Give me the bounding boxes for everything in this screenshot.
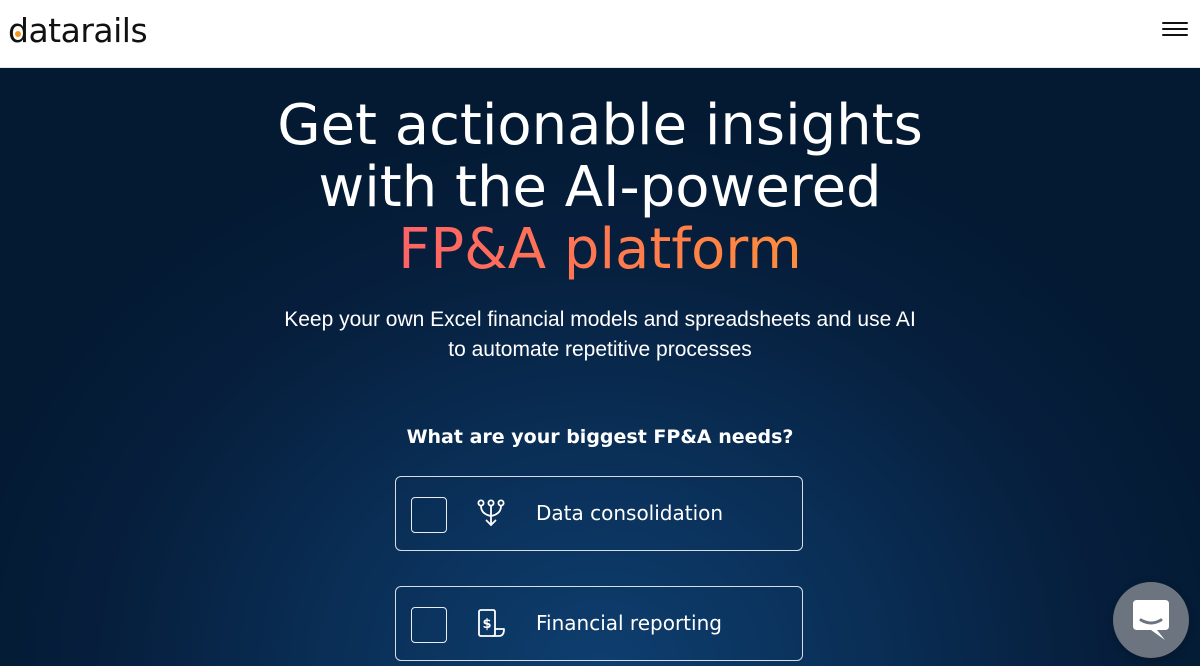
headline-line-2: with the AI-powered <box>318 155 882 220</box>
option-financial-reporting[interactable]: $ Financial reporting <box>395 586 803 661</box>
option-checkbox[interactable] <box>411 497 447 533</box>
hero-section: Get actionable insights with the AI-powe… <box>0 69 1200 666</box>
headline-line-1: Get actionable insights <box>277 93 923 158</box>
subtitle-line-2: to automate repetitive processes <box>448 338 752 361</box>
svg-text:$: $ <box>482 617 491 632</box>
hero-subtitle: Keep your own Excel financial models and… <box>0 305 1200 365</box>
option-label: Financial reporting <box>536 611 722 635</box>
subtitle-line-1: Keep your own Excel financial models and… <box>284 308 916 331</box>
chat-button[interactable] <box>1113 582 1189 658</box>
hamburger-menu-button[interactable] <box>1162 18 1188 44</box>
site-header: datarails <box>0 0 1200 68</box>
datarails-logo[interactable]: datarails <box>6 10 156 50</box>
menu-bar-1 <box>1162 22 1188 24</box>
option-checkbox[interactable] <box>411 607 447 643</box>
logo-text: datarails <box>8 11 147 50</box>
headline-highlight: FP&A platform <box>0 219 1200 281</box>
menu-bar-3 <box>1162 34 1188 36</box>
needs-question: What are your biggest FP&A needs? <box>406 426 794 448</box>
logo-accent-dot <box>15 31 21 37</box>
menu-bar-2 <box>1162 28 1188 30</box>
option-data-consolidation[interactable]: Data consolidation <box>395 476 803 551</box>
hero-headline: Get actionable insights with the AI-powe… <box>0 95 1200 281</box>
financial-report-icon: $ <box>478 609 505 637</box>
chat-bubble-icon <box>1133 600 1169 640</box>
option-label: Data consolidation <box>536 501 724 525</box>
data-merge-icon <box>477 499 505 527</box>
